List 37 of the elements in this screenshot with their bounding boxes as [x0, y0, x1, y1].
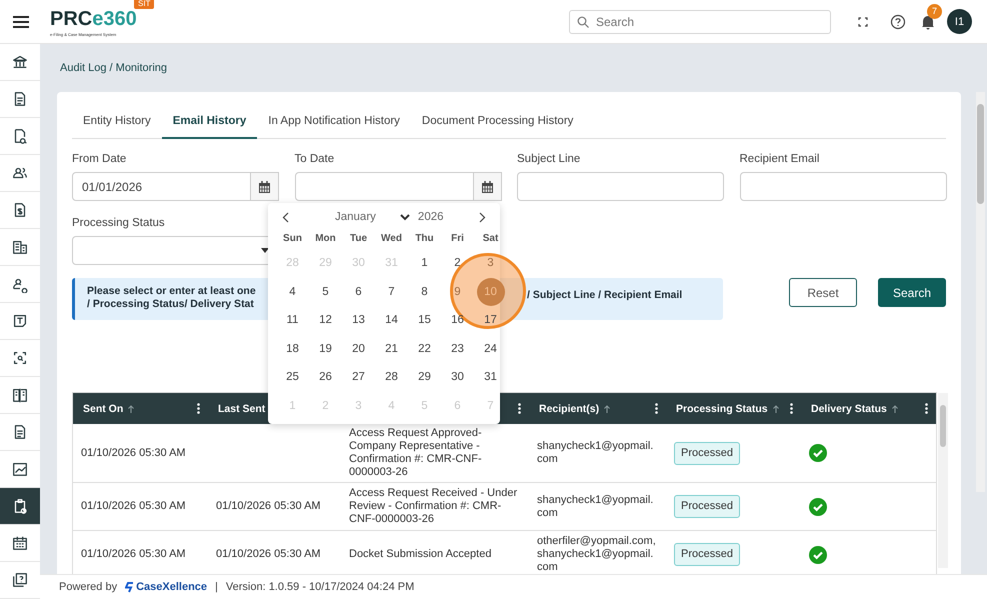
weekday-label: Sun — [282, 232, 303, 246]
field-label: Recipient Email — [740, 153, 820, 165]
alert-text: Please select or enter at least one — [87, 285, 256, 298]
table-cell-text: Access Request Approved-Company Representative - Confirmation #: CMR-CNF-0000003-26 — [349, 427, 483, 479]
table-cell-text: shanycheck1@yopmail.com — [537, 440, 654, 466]
brand-name: CaseXellence — [136, 581, 208, 593]
field-label: Processing Status — [72, 217, 166, 229]
table-cell-text: otherfiler@yopmail.com,shanycheck1@yopmail.com — [537, 535, 657, 574]
footer-separator: | — [215, 581, 218, 593]
field-label: Subject Line — [517, 153, 582, 165]
table-cell: Docket Submission Accepted — [349, 548, 492, 561]
environment-badge: SIT — [134, 0, 154, 9]
table-cell: 01/10/2026 05:30 AM — [216, 500, 321, 513]
table-cell-text: shanycheck1@yopmail.com — [537, 494, 654, 520]
weekday-label: Thu — [414, 232, 435, 246]
field-label: To Date — [294, 153, 336, 165]
field-label: From Date — [72, 153, 128, 165]
alert-text: / Processing Status/ Delivery Stat — [87, 298, 255, 311]
weekday-label: Wed — [380, 232, 403, 246]
status-badge: Processed — [674, 442, 740, 464]
table-cell-text: Access Request Received - Under Review - Confirmation #: CMR-CNF-0000003-26 — [349, 487, 518, 526]
version-text: Version: 1.0.59 - 10/17/2024 04:24 PM — [226, 581, 414, 593]
weekday-label: Mon — [314, 232, 337, 246]
status-badge: Processed — [674, 543, 740, 566]
status-badge: Processed — [674, 495, 740, 518]
weekday-label: Sat — [482, 232, 500, 246]
table-cell: 01/10/2026 05:30 AM — [216, 548, 321, 561]
alert-text: / Subject Line / Recipient Email — [527, 289, 682, 302]
logo-text: PRCe360 — [50, 7, 137, 32]
weekday-label: Fri — [450, 232, 465, 246]
footer-text: Powered by — [59, 581, 118, 593]
notification-count: 7 — [927, 4, 942, 18]
table-cell: 01/10/2026 05:30 AM — [81, 446, 186, 460]
table-cell: 01/10/2026 05:30 AM — [81, 548, 186, 561]
breadcrumb: Audit Log / Monitoring — [59, 61, 168, 76]
weekday-label: Tue — [348, 232, 368, 246]
table-cell: 01/10/2026 05:30 AM — [81, 500, 186, 513]
